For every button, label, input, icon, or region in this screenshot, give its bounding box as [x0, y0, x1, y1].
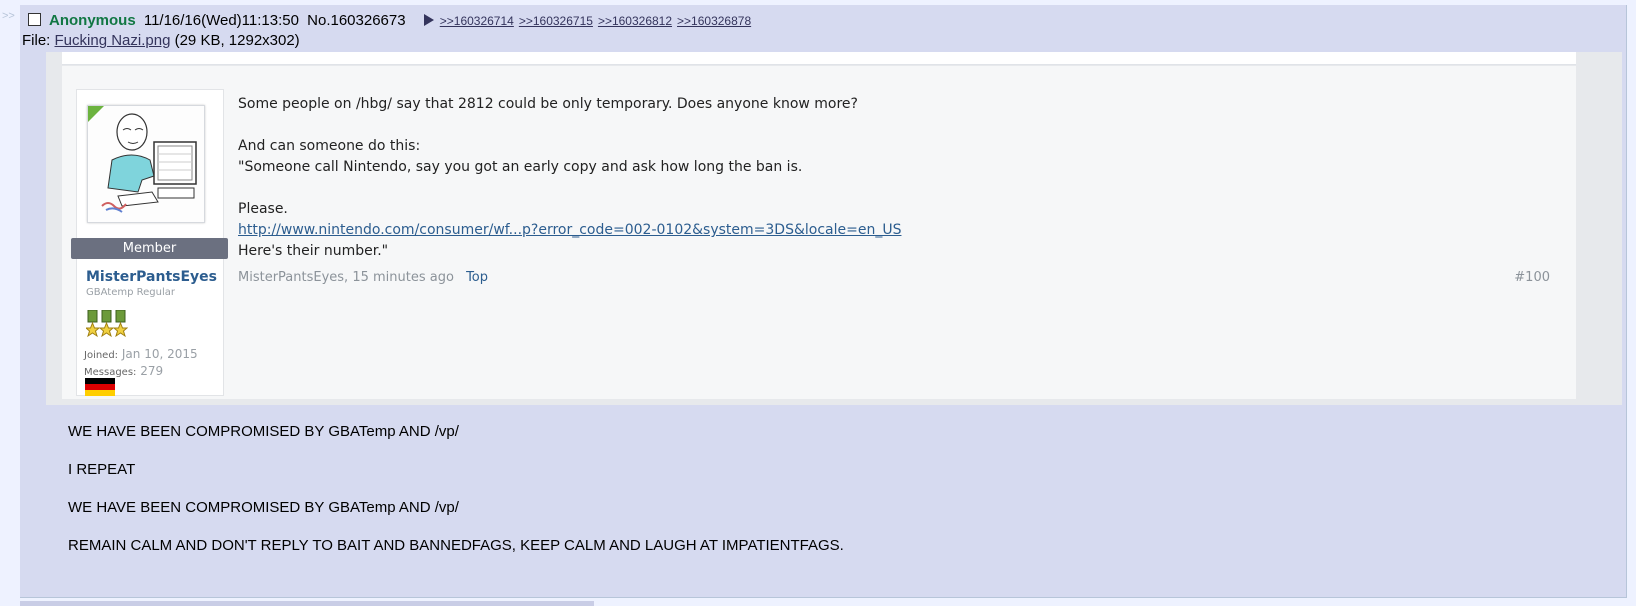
message-footer: MisterPantsEyes, 15 minutes ago Top: [238, 270, 488, 285]
comment-line: WE HAVE BEEN COMPROMISED BY GBATemp AND …: [68, 499, 459, 516]
medals-icon: [84, 309, 129, 345]
attached-image[interactable]: Member MisterPantsEyes GBAtemp Regular J…: [46, 52, 1622, 405]
messages-value: 279: [140, 364, 164, 378]
joined-value: Jan 10, 2015: [121, 347, 198, 361]
online-corner-indicator: [88, 106, 104, 122]
next-post-edge: [20, 601, 594, 606]
file-meta: (29 KB, 1292x302): [174, 32, 300, 49]
post-comment: WE HAVE BEEN COMPROMISED BY GBATemp AND …: [68, 422, 1468, 574]
messages-info: Messages: 279: [84, 364, 163, 378]
embed-topbar: [62, 52, 1576, 65]
germany-flag-icon: [85, 378, 115, 396]
file-label: File:: [22, 32, 51, 49]
messages-label: Messages:: [84, 367, 137, 378]
backlink[interactable]: >>160326715: [519, 14, 593, 28]
user-title: GBAtemp Regular: [86, 287, 175, 298]
post-checkbox[interactable]: [28, 13, 41, 26]
post-datetime: 11/16/16(Wed)11:13:50: [143, 12, 299, 29]
message-line: Some people on /hbg/ say that 2812 could…: [238, 96, 858, 112]
post-menu-arrow-icon[interactable]: [423, 14, 434, 26]
backlink[interactable]: >>160326878: [677, 14, 751, 28]
comment-line: WE HAVE BEEN COMPROMISED BY GBATemp AND …: [68, 423, 459, 440]
forum-message: Some people on /hbg/ say that 2812 could…: [238, 94, 1538, 262]
reply-post: Anonymous 11/16/16(Wed)11:13:50 No.16032…: [20, 5, 1627, 598]
forum-post: Member MisterPantsEyes GBAtemp Regular J…: [62, 66, 1576, 399]
joined-label: Joined:: [84, 350, 119, 361]
author-time: MisterPantsEyes, 15 minutes ago: [238, 270, 454, 285]
file-link[interactable]: Fucking Nazi.png: [55, 32, 171, 49]
comment-line: I REPEAT: [68, 461, 136, 478]
poster-name: Anonymous: [49, 12, 136, 29]
top-link[interactable]: Top: [466, 270, 488, 285]
joined-info: Joined: Jan 10, 2015: [84, 347, 198, 361]
forum-username[interactable]: MisterPantsEyes: [86, 269, 217, 285]
comment-line: REMAIN CALM AND DON'T REPLY TO BAIT AND …: [68, 537, 844, 554]
message-line: Here's their number.": [238, 243, 389, 259]
file-info: File: Fucking Nazi.png (29 KB, 1292x302): [22, 31, 300, 51]
wojak-at-computer-icon: [101, 113, 197, 213]
side-arrows: >>: [2, 10, 15, 22]
user-card: Member MisterPantsEyes GBAtemp Regular J…: [71, 89, 228, 396]
member-badge: Member: [71, 238, 228, 259]
message-line: Please.: [238, 201, 288, 217]
backlink[interactable]: >>160326714: [440, 14, 514, 28]
backlink[interactable]: >>160326812: [598, 14, 672, 28]
post-number[interactable]: No.160326673: [307, 12, 405, 29]
nintendo-link[interactable]: http://www.nintendo.com/consumer/wf...p?…: [238, 222, 901, 238]
forum-post-index[interactable]: #100: [1514, 270, 1550, 285]
user-avatar: [87, 105, 205, 223]
post-info: Anonymous 11/16/16(Wed)11:13:50 No.16032…: [28, 11, 756, 31]
message-line: And can someone do this:: [238, 138, 421, 154]
message-line: "Someone call Nintendo, say you got an e…: [238, 159, 803, 175]
